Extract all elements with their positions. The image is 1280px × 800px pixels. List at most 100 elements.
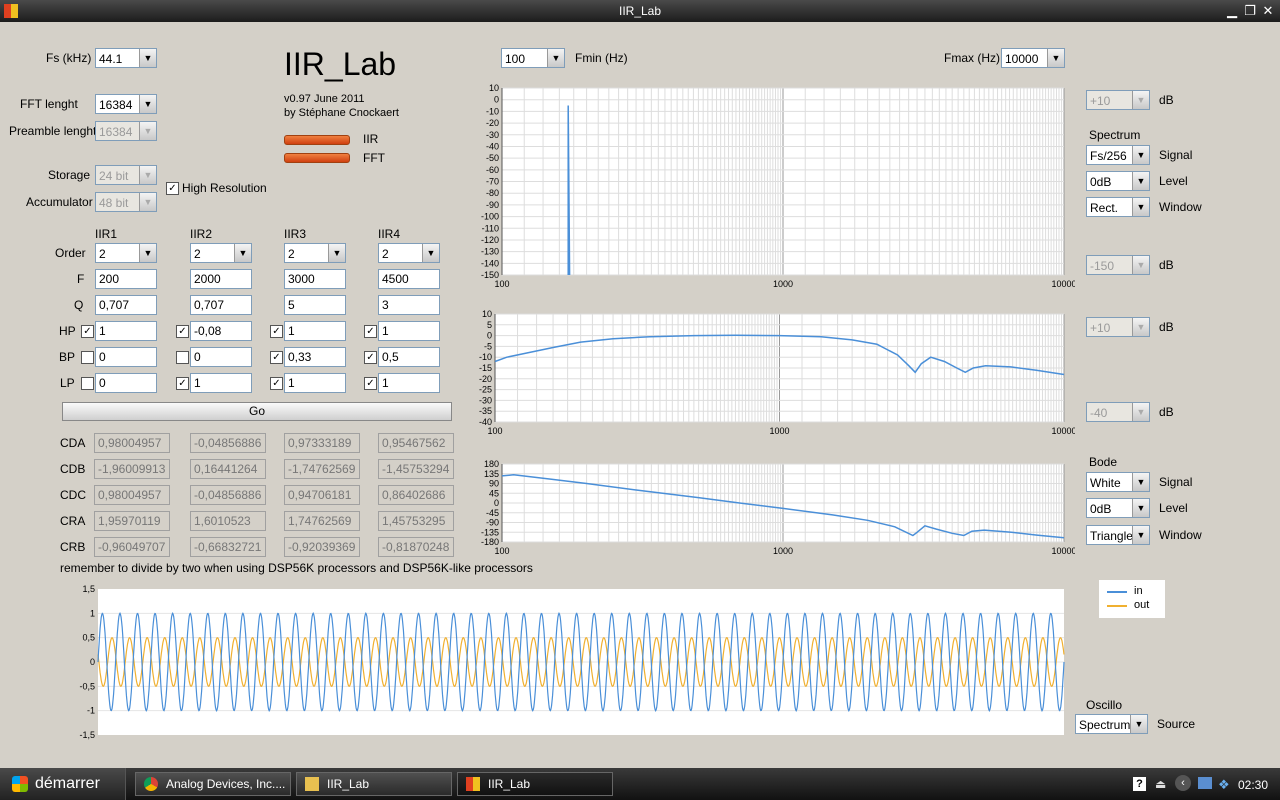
fs-select[interactable]: 44.1 ▼ [95,48,157,68]
fmax-select[interactable]: 10000 ▼ [1001,48,1065,68]
minimize-icon[interactable]: ▁ [1224,3,1240,19]
q-input-2[interactable]: 0,707 [190,295,252,315]
lp-input-2[interactable]: 1 [190,373,252,393]
order-select-3[interactable]: 2 ▼ [284,243,346,263]
chevron-down-icon[interactable]: ▼ [328,244,345,262]
go-button[interactable]: Go [62,402,452,421]
bp-input-1[interactable]: 0 [95,347,157,367]
fft-select[interactable]: 16384 ▼ [95,94,157,114]
hp-checkbox-2[interactable]: ✓ [176,325,189,338]
filter-header-4: IIR4 [378,227,401,241]
chevron-down-icon[interactable]: ▼ [1132,146,1149,164]
chevron-down-icon[interactable]: ▼ [547,49,564,67]
maximize-icon[interactable]: ❐ [1242,3,1258,19]
f-input-2[interactable]: 2000 [190,269,252,289]
hp-checkbox-4[interactable]: ✓ [364,325,377,338]
windows-logo-icon [12,776,28,792]
chevron-down-icon[interactable]: ▼ [1132,473,1149,491]
q-input-3[interactable]: 5 [284,295,346,315]
q-input-4[interactable]: 3 [378,295,440,315]
fs-label: Fs (kHz) [46,51,92,65]
bp-checkbox-3[interactable]: ✓ [270,351,283,364]
lp-checkbox-2[interactable]: ✓ [176,377,189,390]
bp-checkbox-1[interactable] [81,351,94,364]
hp-input-1[interactable]: 1 [95,321,157,341]
fmin-select[interactable]: 100 ▼ [501,48,565,68]
taskbar-item-iir-lab[interactable]: IIR_Lab [457,772,613,796]
filter-header-2: IIR2 [190,227,213,241]
window-label: Window [1159,528,1202,542]
chevron-down-icon[interactable]: ▼ [1130,715,1147,733]
bp-input-2[interactable]: 0 [190,347,252,367]
start-button[interactable]: démarrer [0,768,126,800]
coeff-value: 0,97333189 [284,433,360,453]
chevron-down-icon[interactable]: ▼ [1132,172,1149,190]
order-select-1[interactable]: 2 ▼ [95,243,157,263]
usb-icon[interactable]: ⏏ [1155,777,1166,791]
spectrum-level-value: 0dB [1090,175,1112,189]
storage-label: Storage [48,168,91,182]
bp-checkbox-2[interactable] [176,351,189,364]
hp-checkbox-3[interactable]: ✓ [270,325,283,338]
y-tick-label: -5 [484,341,492,351]
taskbar-item-analog-devices[interactable]: Analog Devices, Inc.... [135,772,291,796]
f-input-4[interactable]: 4500 [378,269,440,289]
spectrum-signal-select[interactable]: Fs/256 ▼ [1086,145,1150,165]
spectrum-level-select[interactable]: 0dB ▼ [1086,171,1150,191]
lp-checkbox-4[interactable]: ✓ [364,377,377,390]
bp-checkbox-4[interactable]: ✓ [364,351,377,364]
bode-signal-select[interactable]: White ▼ [1086,472,1150,492]
dropbox-icon[interactable]: ❖ [1218,777,1230,793]
y-tick-label: -60 [486,165,499,175]
bode-window-select[interactable]: Triangle ▼ [1086,525,1150,545]
taskbar-item-label: Analog Devices, Inc.... [166,777,286,791]
bp-input-3[interactable]: 0,33 [284,347,346,367]
lp-checkbox-1[interactable] [81,377,94,390]
lp-input-3[interactable]: 1 [284,373,346,393]
chevron-down-icon[interactable]: ▼ [1132,526,1149,544]
coeff-label-cda: CDA [60,436,86,450]
hp-checkbox-1[interactable]: ✓ [81,325,94,338]
y-tick-label: 0 [90,657,95,667]
chevron-down-icon[interactable]: ▼ [422,244,439,262]
row-label-bp: BP [59,350,76,364]
f-input-1[interactable]: 200 [95,269,157,289]
q-input-1[interactable]: 0,707 [95,295,157,315]
bp-input-4[interactable]: 0,5 [378,347,440,367]
oscillo-legend: in out [1099,580,1165,618]
high-resolution-label: High Resolution [182,181,267,195]
lp-input-1[interactable]: 0 [95,373,157,393]
hp-input-3[interactable]: 1 [284,321,346,341]
network-icon[interactable] [1198,777,1212,789]
y-tick-label: -70 [486,177,499,187]
chevron-down-icon[interactable]: ▼ [139,244,156,262]
high-resolution-checkbox[interactable]: ✓ [166,182,179,195]
f-input-3[interactable]: 3000 [284,269,346,289]
spectrum-window-select[interactable]: Rect. ▼ [1086,197,1150,217]
chevron-down-icon[interactable]: ▼ [139,49,156,67]
chevron-down-icon[interactable]: ▼ [234,244,251,262]
chevron-down-icon[interactable]: ▼ [1132,499,1149,517]
order-select-2[interactable]: 2 ▼ [190,243,252,263]
oscillo-source-select[interactable]: Spectrum ▼ [1075,714,1148,734]
hp-input-2[interactable]: -0,08 [190,321,252,341]
lp-checkbox-3[interactable]: ✓ [270,377,283,390]
lp-input-4[interactable]: 1 [378,373,440,393]
order-select-4[interactable]: 2 ▼ [378,243,440,263]
close-icon[interactable]: ✕ [1260,3,1276,19]
hp-input-4[interactable]: 1 [378,321,440,341]
oscillo-plot: 1,5 1 0,5 0 -0,5 -1 -1,5 [79,584,1065,740]
back-arrow-icon[interactable]: ‹ [1175,775,1191,791]
signal-label: Signal [1159,475,1193,489]
chevron-down-icon: ▼ [1132,403,1149,421]
chevron-down-icon[interactable]: ▼ [139,95,156,113]
chevron-down-icon[interactable]: ▼ [1132,198,1149,216]
help-icon[interactable]: ? [1133,777,1146,791]
spectrum-bottom-db-value: -150 [1090,259,1115,273]
coeff-label-crb: CRB [60,540,86,554]
bode-level-select[interactable]: 0dB ▼ [1086,498,1150,518]
accumulator-select: 48 bit ▼ [95,192,157,212]
coeff-value: -0,81870248 [378,537,454,557]
taskbar-item-folder[interactable]: IIR_Lab [296,772,452,796]
chevron-down-icon[interactable]: ▼ [1047,49,1064,67]
